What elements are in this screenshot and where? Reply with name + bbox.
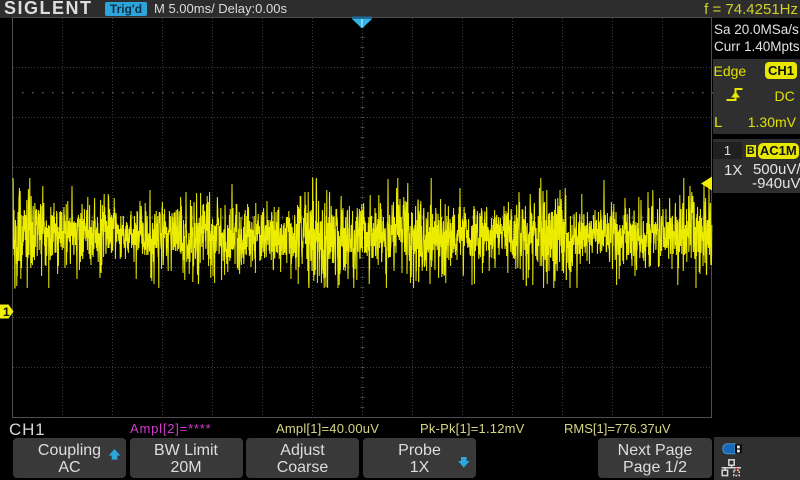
svg-text:1: 1: [3, 305, 10, 319]
